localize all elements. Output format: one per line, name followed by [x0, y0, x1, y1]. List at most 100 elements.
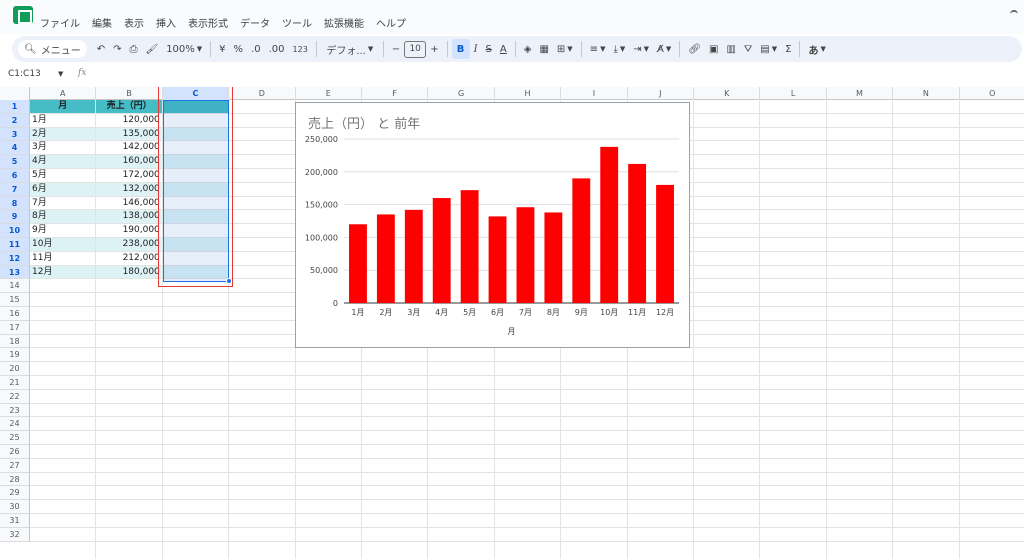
row-header[interactable]: 23	[0, 403, 30, 418]
percent-button[interactable]: %	[230, 39, 248, 59]
font-select[interactable]: デフォ... ▼	[321, 39, 379, 59]
header-cell-sales[interactable]: 売上（円）	[96, 100, 163, 114]
row-header[interactable]: 24	[0, 417, 30, 432]
paint-format-icon[interactable]: 🖌︎	[141, 39, 162, 59]
vertical-align-icon[interactable]: ⤓ ▼	[609, 39, 629, 59]
column-header-b[interactable]: B	[96, 87, 163, 100]
horizontal-align-icon[interactable]: ≡ ▼	[586, 39, 610, 59]
month-cell[interactable]: 3月	[30, 141, 97, 156]
column-header-n[interactable]: N	[893, 87, 960, 100]
number-format-button[interactable]: 123	[289, 39, 312, 59]
month-cell[interactable]: 4月	[30, 155, 97, 169]
menu-item[interactable]: データ	[240, 15, 270, 30]
decrease-decimal-button[interactable]: .0	[247, 39, 265, 59]
row-header[interactable]: 7	[0, 182, 30, 197]
sales-cell[interactable]: 135,000	[96, 127, 163, 142]
menu-item[interactable]: ヘルプ	[376, 15, 406, 30]
month-cell[interactable]: 11月	[30, 251, 97, 266]
row-header[interactable]: 25	[0, 431, 30, 445]
increase-decimal-button[interactable]: .00	[265, 39, 289, 59]
column-header-e[interactable]: E	[296, 87, 362, 100]
row-header[interactable]: 31	[0, 514, 30, 528]
sales-cell[interactable]: 180,000	[96, 265, 163, 280]
fill-color-icon[interactable]: ◈	[520, 39, 536, 59]
merge-cells-icon[interactable]: ⊞ ▼	[553, 39, 577, 59]
row-header[interactable]: 17	[0, 320, 30, 335]
month-cell[interactable]: 10月	[30, 238, 97, 252]
menu-item[interactable]: 表示	[124, 15, 144, 30]
row-header[interactable]: 10	[0, 224, 30, 238]
functions-button[interactable]: Σ	[781, 39, 795, 59]
row-header[interactable]: 4	[0, 141, 30, 156]
row-header[interactable]: 18	[0, 334, 30, 349]
strikethrough-icon[interactable]: S	[482, 39, 496, 59]
row-header[interactable]: 5	[0, 155, 30, 169]
row-header[interactable]: 32	[0, 527, 30, 542]
borders-icon[interactable]: ▦	[535, 39, 552, 59]
row-header[interactable]: 12	[0, 251, 30, 266]
font-size-increase-button[interactable]: +	[426, 39, 442, 59]
sales-cell[interactable]: 132,000	[96, 182, 163, 197]
header-cell-month[interactable]: 月	[30, 100, 97, 114]
row-header[interactable]: 20	[0, 362, 30, 376]
text-color-icon[interactable]: A	[496, 39, 511, 59]
sales-cell[interactable]: 120,000	[96, 113, 163, 128]
font-size-input[interactable]: 10	[404, 40, 427, 58]
row-header[interactable]: 30	[0, 500, 30, 514]
undo-icon[interactable]: ↶	[93, 39, 109, 59]
month-cell[interactable]: 12月	[30, 265, 97, 280]
menu-item[interactable]: ファイル	[40, 15, 80, 30]
row-header[interactable]: 2	[0, 113, 30, 128]
menu-item[interactable]: 挿入	[156, 15, 176, 30]
text-rotation-icon[interactable]: A̸ ▼	[653, 39, 675, 59]
sales-cell[interactable]: 138,000	[96, 210, 163, 225]
column-header-m[interactable]: M	[827, 87, 894, 100]
insert-link-icon[interactable]: 🔗︎	[684, 39, 705, 59]
row-header[interactable]: 6	[0, 169, 30, 183]
select-all-corner[interactable]	[0, 87, 30, 100]
currency-button[interactable]: ¥	[215, 39, 229, 59]
column-header-j[interactable]: J	[628, 87, 694, 100]
row-header[interactable]: 3	[0, 127, 30, 142]
row-header[interactable]: 27	[0, 458, 30, 473]
font-size-decrease-button[interactable]: −	[388, 39, 404, 59]
row-header[interactable]: 8	[0, 196, 30, 211]
fill-handle[interactable]	[226, 278, 232, 284]
input-tools-button[interactable]: あ ▼	[804, 39, 829, 59]
row-header[interactable]: 29	[0, 486, 30, 501]
menu-item[interactable]: ツール	[282, 15, 312, 30]
row-header[interactable]: 19	[0, 348, 30, 363]
row-header[interactable]: 1	[0, 100, 30, 114]
sales-cell[interactable]: 142,000	[96, 141, 163, 156]
row-header[interactable]: 26	[0, 445, 30, 459]
name-box[interactable]: C1:C13	[8, 69, 41, 79]
month-cell[interactable]: 7月	[30, 196, 97, 211]
filter-views-icon[interactable]: ▤ ▼	[756, 39, 781, 59]
row-header[interactable]: 14	[0, 279, 30, 294]
account-icon[interactable]	[1010, 10, 1018, 18]
month-cell[interactable]: 9月	[30, 224, 97, 238]
filter-icon[interactable]: ⛛	[740, 39, 756, 59]
row-header[interactable]: 21	[0, 376, 30, 390]
month-cell[interactable]: 5月	[30, 169, 97, 183]
sales-cell[interactable]: 172,000	[96, 169, 163, 183]
row-header[interactable]: 13	[0, 265, 30, 280]
row-header[interactable]: 28	[0, 472, 30, 487]
zoom-select[interactable]: 100% ▼	[162, 39, 206, 59]
month-cell[interactable]: 2月	[30, 127, 97, 142]
column-header-h[interactable]: H	[495, 87, 562, 100]
insert-comment-icon[interactable]: ▣	[705, 39, 722, 59]
column-header-d[interactable]: D	[229, 87, 296, 100]
row-header[interactable]: 11	[0, 238, 30, 252]
print-icon[interactable]: ⎙	[125, 39, 141, 59]
text-wrap-icon[interactable]: ⇥ ▼	[629, 39, 653, 59]
menu-search[interactable]: 🔍︎ メニュー	[18, 40, 87, 58]
menu-item[interactable]: 表示形式	[188, 15, 228, 30]
menu-item[interactable]: 編集	[92, 15, 112, 30]
sheets-logo-icon[interactable]	[13, 6, 33, 24]
column-header-a[interactable]: A	[30, 87, 97, 100]
column-header-f[interactable]: F	[362, 87, 429, 100]
column-header-l[interactable]: L	[760, 87, 827, 100]
column-header-k[interactable]: K	[694, 87, 761, 100]
column-header-i[interactable]: I	[561, 87, 628, 100]
